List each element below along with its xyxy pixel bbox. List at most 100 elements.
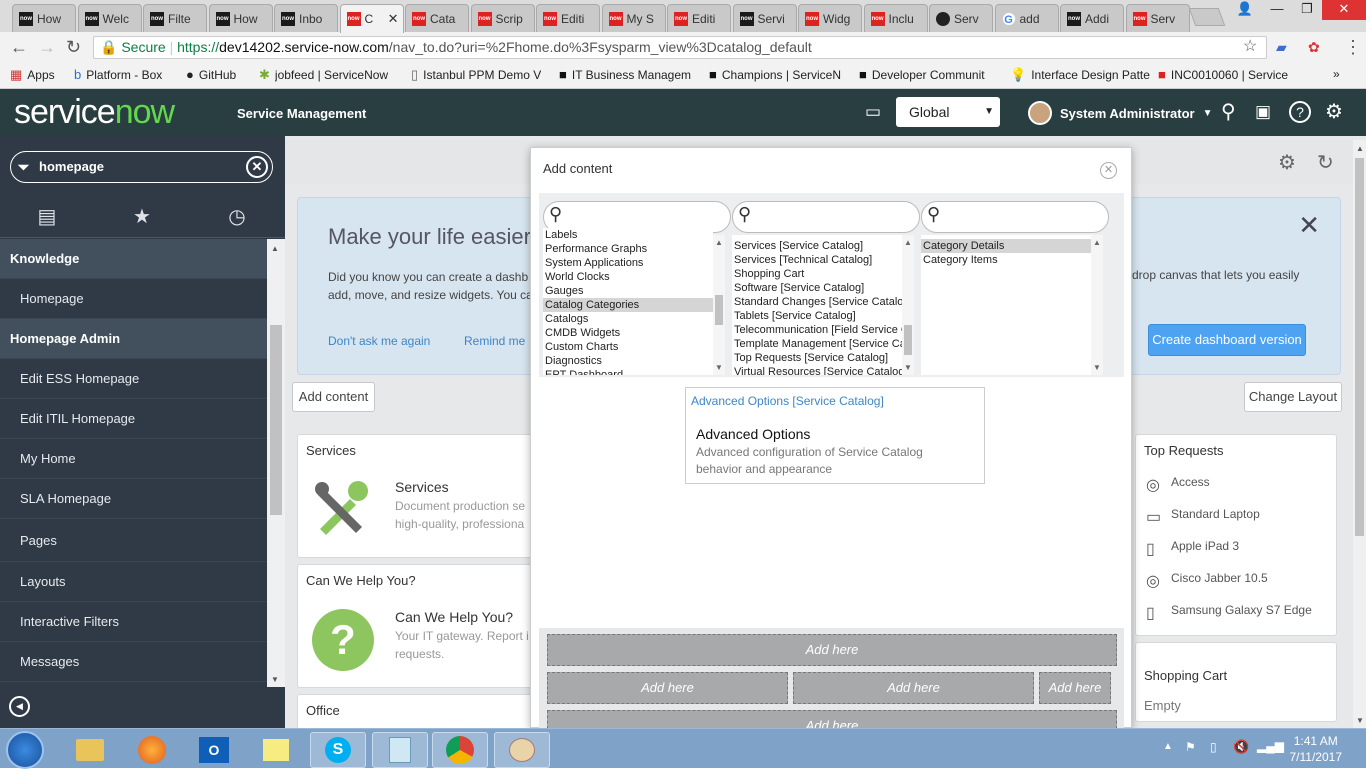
picker-option[interactable]: System Applications (543, 256, 713, 270)
picker-option[interactable]: Tablets [Service Catalog] (732, 309, 902, 323)
nav-item[interactable]: Messages (0, 642, 267, 682)
bookmark-item[interactable]: ■ INC0010060 | Service (1158, 67, 1288, 82)
new-tab-button[interactable] (1188, 8, 1226, 26)
nav-section[interactable]: Homepage Admin (0, 319, 267, 359)
nav-section[interactable]: Knowledge (0, 239, 267, 279)
top-request-link[interactable]: Access (1171, 475, 1210, 489)
extension-icon[interactable]: ▰ (1276, 37, 1287, 57)
drop-zone-left[interactable]: Add here (547, 672, 788, 704)
top-request-link[interactable]: Samsung Galaxy S7 Edge (1171, 603, 1312, 617)
browser-tab[interactable]: now Welc (77, 4, 142, 32)
browser-tab[interactable]: now Serv (1125, 4, 1190, 32)
scroll-up-icon[interactable]: ▲ (904, 238, 912, 247)
nav-item[interactable]: SLA Homepage (0, 479, 267, 519)
picker-option[interactable]: Gauges (543, 284, 713, 298)
picker-option[interactable]: Top Requests [Service Catalog] (732, 351, 902, 365)
bookmark-item[interactable]: ■ Champions | ServiceN (709, 67, 841, 82)
scroll-thumb[interactable] (270, 325, 282, 515)
bookmark-item[interactable]: ▦ Apps (10, 67, 55, 83)
forward-arrow-icon[interactable]: → (38, 37, 56, 57)
picker-option[interactable]: Virtual Resources [Service Catalog] (732, 365, 902, 375)
remind-me-link[interactable]: Remind me (464, 334, 525, 348)
more-bookmarks-button[interactable]: » (1333, 67, 1340, 81)
url-input[interactable]: 🔒 Secure | https://dev14202.service-now.… (93, 36, 1267, 59)
picker-option[interactable]: Template Management [Service Catalog] (732, 337, 902, 351)
picker-option[interactable]: Labels (543, 228, 713, 242)
picker-option[interactable]: Category Items (921, 253, 1091, 267)
reload-icon[interactable]: ↻ (66, 37, 81, 57)
nav-scrollbar[interactable]: ▲ ▼ (267, 239, 285, 687)
picker-option[interactable]: Category Details (921, 239, 1091, 253)
browser-tab[interactable]: now Servi (732, 4, 797, 32)
browser-tab[interactable]: now My S (601, 4, 666, 32)
browser-tab[interactable]: Gadd (994, 4, 1059, 32)
picker-option[interactable]: Telecommunication [Field Service Catalog… (732, 323, 902, 337)
list-scrollbar[interactable]: ▲ ▼ (902, 235, 914, 375)
window-user-icon[interactable]: 👤 (1230, 0, 1260, 20)
help-icon[interactable]: ? (1289, 101, 1311, 123)
nav-item[interactable]: Pages (0, 519, 267, 562)
window-icon[interactable]: ▭ (865, 101, 881, 123)
create-dashboard-button[interactable]: Create dashboard version (1148, 324, 1306, 356)
window-close-button[interactable]: ✕ (1322, 0, 1366, 20)
notepad-icon[interactable] (372, 732, 428, 768)
network-icon[interactable]: ▂▄▆ (1257, 739, 1284, 753)
clear-filter-icon[interactable]: ✕ (246, 156, 268, 178)
bookmark-star-icon[interactable]: ☆ (1243, 37, 1257, 57)
scroll-down-icon[interactable]: ▼ (1093, 363, 1101, 372)
nav-item[interactable]: Edit ESS Homepage (0, 359, 267, 399)
settings-gear-icon[interactable]: ⚙ (1278, 150, 1296, 175)
scroll-up-icon[interactable]: ▲ (1093, 238, 1101, 247)
explorer-folder-icon[interactable] (62, 732, 118, 768)
picker-option[interactable]: Standard Changes [Service Catalog] (732, 295, 902, 309)
system-clock[interactable]: 1:41 AM 7/11/2017 (1290, 733, 1343, 765)
chat-icon[interactable]: ▣ (1255, 101, 1271, 123)
subitem-search-input[interactable]: ⚲ (921, 201, 1109, 233)
bookmark-item[interactable]: ✱ jobfeed | ServiceNow (259, 67, 388, 83)
browser-tab[interactable]: now Editi (667, 4, 731, 32)
browser-tab[interactable]: now Inbo (274, 4, 338, 32)
battery-icon[interactable]: ▯ (1210, 740, 1217, 754)
sticky-notes-icon[interactable] (248, 732, 304, 768)
scroll-down-icon[interactable]: ▼ (715, 363, 723, 372)
scroll-down-icon[interactable]: ▼ (1356, 716, 1364, 725)
menu-kebab-icon[interactable]: ⋮ (1344, 37, 1362, 57)
drop-zone-top[interactable]: Add here (547, 634, 1117, 666)
nav-filter-input[interactable]: ⏷ homepage ✕ (10, 151, 273, 183)
nav-item[interactable]: My Home (0, 439, 267, 479)
picker-option[interactable]: Custom Charts (543, 340, 713, 354)
browser-tab[interactable]: now C ✕ (339, 4, 404, 33)
picker-option[interactable]: CMDB Widgets (543, 326, 713, 340)
list-scrollbar[interactable]: ▲ ▼ (713, 235, 725, 375)
widget-item-name[interactable]: Services (395, 479, 449, 495)
scroll-thumb[interactable] (715, 295, 723, 325)
window-minimize-button[interactable]: — (1262, 0, 1292, 20)
bookmark-item[interactable]: ■ Developer Communit (859, 67, 985, 82)
picker-option[interactable]: Performance Graphs (543, 242, 713, 256)
browser-tab[interactable]: now How (12, 4, 76, 32)
scroll-down-icon[interactable]: ▼ (271, 675, 279, 684)
history-clock-icon[interactable]: ◷ (190, 204, 284, 229)
scroll-up-icon[interactable]: ▲ (715, 238, 723, 247)
scroll-down-icon[interactable]: ▼ (904, 363, 912, 372)
scroll-up-icon[interactable]: ▲ (1356, 144, 1364, 153)
picker-option[interactable]: Catalog Categories (543, 298, 713, 312)
extension-red-icon[interactable]: ✿ (1308, 37, 1320, 57)
browser-tab[interactable]: Serv (929, 4, 993, 32)
skype-icon[interactable]: S (310, 732, 366, 768)
browser-tab[interactable]: now Scrip (470, 4, 535, 32)
picker-option[interactable]: World Clocks (543, 270, 713, 284)
picker-option[interactable]: Services [Technical Catalog] (732, 253, 902, 267)
scroll-thumb[interactable] (1355, 158, 1364, 536)
chrome-icon[interactable] (432, 732, 488, 768)
window-maximize-button[interactable]: ❐ (1292, 0, 1322, 20)
widget-item-name[interactable]: Can We Help You? (395, 609, 513, 625)
dont-ask-link[interactable]: Don't ask me again (328, 334, 430, 348)
gear-icon[interactable]: ⚙ (1325, 101, 1343, 123)
page-scrollbar[interactable]: ▲ ▼ (1353, 140, 1366, 728)
refresh-icon[interactable]: ↻ (1317, 150, 1334, 175)
close-icon[interactable]: ✕ (1298, 210, 1320, 241)
top-request-link[interactable]: Apple iPad 3 (1171, 539, 1239, 553)
top-request-link[interactable]: Standard Laptop (1171, 507, 1260, 521)
close-icon[interactable]: ✕ (1100, 162, 1117, 179)
